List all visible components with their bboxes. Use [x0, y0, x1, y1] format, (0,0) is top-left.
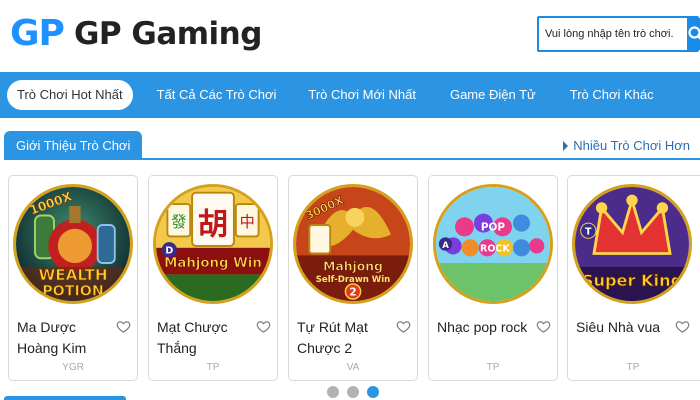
more-games-label: Nhiều Trò Chơi Hơn: [573, 138, 690, 153]
header: GP GP Gaming: [0, 0, 700, 70]
game-name[interactable]: Mạt Chược Thắng: [157, 317, 255, 359]
game-name[interactable]: Ma Dược Hoàng Kim: [17, 317, 115, 359]
main-nav: Trò Chơi Hot Nhất Tất Cả Các Trò Chơi Tr…: [0, 72, 700, 118]
heart-icon[interactable]: [396, 319, 411, 334]
carousel-dot-active[interactable]: [367, 386, 379, 398]
svg-text:發: 發: [171, 213, 186, 231]
svg-text:Mahjong Win: Mahjong Win: [164, 256, 262, 271]
game-thumbnail[interactable]: 3000X Mahjong Self-Drawn Win 2: [293, 184, 413, 304]
game-card[interactable]: 胡 發 中 Mahjong Win D Mạt Chược Thắng TP: [148, 175, 278, 381]
nav-item-new-games[interactable]: Trò Chơi Mới Nhất: [298, 80, 426, 110]
svg-text:A: A: [442, 241, 449, 251]
game-provider: TP: [206, 362, 220, 373]
game-provider: VA: [346, 362, 360, 373]
game-name[interactable]: Tự Rút Mạt Chược 2: [297, 317, 395, 359]
game-name[interactable]: Siêu Nhà vua: [576, 317, 674, 338]
svg-text:胡: 胡: [198, 207, 228, 243]
heart-icon[interactable]: [116, 319, 131, 334]
game-card[interactable]: 1000X WEALTH POTION Ma Dược Hoàng Kim YG…: [8, 175, 138, 381]
carousel-dot[interactable]: [327, 386, 339, 398]
svg-text:WEALTH: WEALTH: [38, 266, 107, 284]
heart-icon[interactable]: [256, 319, 271, 334]
game-card[interactable]: 3000X Mahjong Self-Drawn Win 2 Tự Rút Mạ…: [288, 175, 418, 381]
game-provider: YGR: [62, 362, 84, 373]
svg-text:1000X: 1000X: [28, 189, 74, 217]
game-provider: TP: [626, 362, 640, 373]
game-art-mahjong-self-drawn: 3000X Mahjong Self-Drawn Win 2: [296, 187, 410, 301]
svg-text:POTION: POTION: [42, 283, 104, 299]
game-card[interactable]: Super King T Siêu Nhà vua TP: [567, 175, 700, 381]
game-thumbnail[interactable]: POP ROCK A: [433, 184, 553, 304]
svg-text:POP: POP: [481, 222, 506, 234]
svg-text:Mahjong: Mahjong: [323, 260, 383, 274]
game-thumbnail[interactable]: 1000X WEALTH POTION: [13, 184, 133, 304]
svg-text:T: T: [585, 227, 592, 238]
game-art-super-king: Super King T: [575, 187, 689, 301]
logo[interactable]: GP GP Gaming: [10, 13, 263, 54]
caret-right-icon: [563, 140, 569, 151]
search-box: [537, 16, 700, 52]
heart-icon[interactable]: [536, 319, 551, 334]
next-section-tab: [4, 396, 126, 400]
more-games-link[interactable]: Nhiều Trò Chơi Hơn: [563, 138, 690, 153]
carousel-pagination: [327, 386, 379, 398]
heart-icon[interactable]: [675, 319, 690, 334]
logo-text: GP Gaming: [73, 16, 263, 52]
game-thumbnail[interactable]: Super King T: [572, 184, 692, 304]
game-name[interactable]: Nhạc pop rock: [437, 317, 535, 338]
search-button[interactable]: [687, 18, 700, 50]
game-card[interactable]: POP ROCK A Nhạc pop rock TP: [428, 175, 558, 381]
svg-text:Super King: Super King: [582, 271, 682, 290]
section-title: Giới Thiệu Trò Chơi: [4, 131, 143, 160]
svg-text:中: 中: [240, 213, 255, 231]
game-thumbnail[interactable]: 胡 發 中 Mahjong Win D: [153, 184, 273, 304]
svg-text:D: D: [165, 246, 173, 257]
svg-text:ROCK: ROCK: [480, 244, 510, 255]
game-art-text: 1000X WEALTH POTION: [27, 189, 107, 300]
nav-item-other-games[interactable]: Trò Chơi Khác: [560, 80, 664, 110]
search-icon: [688, 26, 700, 40]
game-art-pop-rock: POP ROCK A: [436, 187, 550, 301]
game-art-mahjong-win: 胡 發 中 Mahjong Win D: [156, 187, 270, 301]
svg-text:2: 2: [349, 286, 356, 298]
logo-mark: GP: [10, 13, 65, 54]
nav-item-slot-games[interactable]: Game Điện Tử: [440, 80, 546, 110]
nav-item-hot-games[interactable]: Trò Chơi Hot Nhất: [7, 80, 133, 110]
page: GP GP Gaming Trò Chơi Hot Nhất Tất Cả Cá…: [0, 0, 700, 400]
nav-item-all-games[interactable]: Tất Cả Các Trò Chơi: [147, 80, 287, 110]
section-bar: Giới Thiệu Trò Chơi Nhiều Trò Chơi Hơn: [4, 131, 700, 160]
carousel-dot[interactable]: [347, 386, 359, 398]
search-input[interactable]: [539, 18, 687, 50]
game-provider: TP: [486, 362, 500, 373]
